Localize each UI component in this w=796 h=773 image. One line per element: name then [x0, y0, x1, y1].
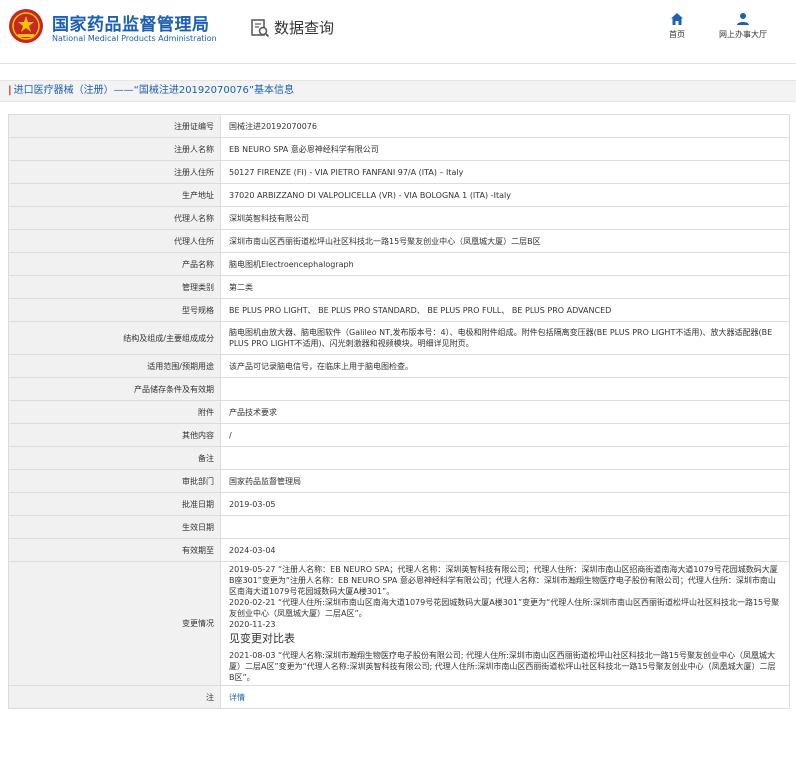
row-label: 结构及组成/主要组成成分 — [8, 321, 221, 355]
row-value: 深圳市南山区西丽街道松坪山社区科技北一路15号聚友创业中心（凤凰城大厦）二层B区 — [220, 229, 790, 253]
table-row: 生产地址 37020 ARBIZZANO DI VALPOLICELLA (VR)… — [8, 183, 790, 207]
row-value: 第二类 — [220, 275, 790, 299]
nav-home[interactable]: 首页 — [660, 12, 694, 40]
row-value: 2019-03-05 — [220, 492, 790, 516]
row-label: 产品名称 — [8, 252, 221, 276]
table-row: 代理人住所 深圳市南山区西丽街道松坪山社区科技北一路15号聚友创业中心（凤凰城大厦… — [8, 229, 790, 253]
table-row: 注册人名称 EB NEURO SPA 意必恩神经科学有限公司 — [8, 137, 790, 161]
row-label: 生产地址 — [8, 183, 221, 207]
row-value: 深圳英智科技有限公司 — [220, 206, 790, 230]
change-entry: 2019-05-27 “注册人名称：EB NEURO SPA；代理人名称：深圳英… — [229, 565, 778, 596]
org-name-en: National Medical Products Administration — [52, 34, 217, 43]
table-row: 注册人住所 50127 FIRENZE (FI) - VIA PIETRO FAN… — [8, 160, 790, 184]
details-link[interactable]: 详情 — [229, 693, 245, 702]
row-value: 50127 FIRENZE (FI) - VIA PIETRO FANFANI … — [220, 160, 790, 184]
data-query-title: 数据查询 — [250, 17, 334, 38]
row-label: 注册人住所 — [8, 160, 221, 184]
table-row: 产品储存条件及有效期 — [8, 377, 790, 401]
row-value: 详情 — [220, 685, 790, 709]
row-value — [220, 446, 790, 470]
row-label: 生效日期 — [8, 515, 221, 539]
nav-online-office-label: 网上办事大厅 — [719, 30, 767, 39]
table-row: 批准日期 2019-03-05 — [8, 492, 790, 516]
breadcrumb: | 进口医疗器械（注册）——“国械注进20192070076”基本信息 — [0, 80, 796, 102]
row-label: 备注 — [8, 446, 221, 470]
row-value: 国家药品监督管理局 — [220, 469, 790, 493]
table-row: 结构及组成/主要组成成分 脑电图机由放大器、脑电图软件（Galileo NT,发布… — [8, 321, 790, 355]
home-icon — [671, 13, 683, 25]
row-value: 2024-03-04 — [220, 538, 790, 562]
row-label: 批准日期 — [8, 492, 221, 516]
table-row: 注 详情 — [8, 685, 790, 709]
nav-online-office[interactable]: 网上办事大厅 — [712, 12, 774, 40]
change-comparison-note: 见变更对比表 — [229, 632, 295, 645]
row-label: 注册人名称 — [8, 137, 221, 161]
change-entry: 2020-11-23 — [229, 620, 276, 629]
row-label: 代理人住所 — [8, 229, 221, 253]
table-row: 附件 产品技术要求 — [8, 400, 790, 424]
row-label: 产品储存条件及有效期 — [8, 377, 221, 401]
nav-home-label: 首页 — [669, 30, 685, 39]
national-emblem-icon — [9, 9, 43, 43]
row-label: 有效期至 — [8, 538, 221, 562]
row-label: 型号规格 — [8, 298, 221, 322]
table-row: 产品名称 脑电图机Electroencephalograph — [8, 252, 790, 276]
row-value: EB NEURO SPA 意必恩神经科学有限公司 — [220, 137, 790, 161]
row-label: 管理类别 — [8, 275, 221, 299]
row-label: 注 — [8, 685, 221, 709]
row-value — [220, 377, 790, 401]
table-row: 代理人名称 深圳英智科技有限公司 — [8, 206, 790, 230]
table-row: 管理类别 第二类 — [8, 275, 790, 299]
change-entry: 2020-02-21 “代理人住所:深圳市南山区南海大道1079号花园城数码大厦… — [229, 598, 780, 618]
breadcrumb-marker: | — [8, 85, 12, 96]
table-row: 备注 — [8, 446, 790, 470]
document-search-icon — [251, 18, 270, 37]
row-value: 脑电图机Electroencephalograph — [220, 252, 790, 276]
org-name-cn: 国家药品监督管理局 — [52, 15, 210, 35]
table-row: 生效日期 — [8, 515, 790, 539]
query-title-text: 数据查询 — [274, 19, 335, 37]
table-row: 有效期至 2024-03-04 — [8, 538, 790, 562]
change-history: 2019-05-27 “注册人名称：EB NEURO SPA；代理人名称：深圳英… — [220, 561, 790, 686]
row-value: 国械注进20192070076 — [220, 114, 790, 138]
row-value: 脑电图机由放大器、脑电图软件（Galileo NT,发布版本号：4）、电极和附件… — [220, 321, 790, 355]
site-header: 国家药品监督管理局 National Medical Products Admi… — [0, 0, 796, 64]
row-value: 该产品可记录脑电信号，在临床上用于脑电图检查。 — [220, 354, 790, 378]
user-icon — [737, 13, 749, 25]
row-value: BE PLUS PRO LIGHT、 BE PLUS PRO STANDARD、… — [220, 298, 790, 322]
table-row: 型号规格 BE PLUS PRO LIGHT、 BE PLUS PRO STAND… — [8, 298, 790, 322]
breadcrumb-text: 进口医疗器械（注册）——“国械注进20192070076”基本信息 — [13, 85, 295, 96]
row-value — [220, 515, 790, 539]
row-label: 注册证编号 — [8, 114, 221, 138]
row-label: 代理人名称 — [8, 206, 221, 230]
change-entry: 2021-08-03 “代理人名称:深圳市瀚翔生物医疗电子股份有限公司; 代理人… — [229, 651, 776, 682]
registration-detail-table: 注册证编号 国械注进20192070076 注册人名称 EB NEURO SPA 意… — [8, 114, 790, 709]
table-row: 审批部门 国家药品监督管理局 — [8, 469, 790, 493]
row-label: 其他内容 — [8, 423, 221, 447]
table-row: 注册证编号 国械注进20192070076 — [8, 114, 790, 138]
row-value: / — [220, 423, 790, 447]
row-label: 附件 — [8, 400, 221, 424]
row-label: 适用范围/预期用途 — [8, 354, 221, 378]
table-row-changes: 变更情况 2019-05-27 “注册人名称：EB NEURO SPA；代理人名… — [8, 561, 790, 686]
row-value: 产品技术要求 — [220, 400, 790, 424]
row-label: 变更情况 — [8, 561, 221, 686]
table-row: 适用范围/预期用途 该产品可记录脑电信号，在临床上用于脑电图检查。 — [8, 354, 790, 378]
row-value: 37020 ARBIZZANO DI VALPOLICELLA (VR) - V… — [220, 183, 790, 207]
table-row: 其他内容 / — [8, 423, 790, 447]
row-label: 审批部门 — [8, 469, 221, 493]
